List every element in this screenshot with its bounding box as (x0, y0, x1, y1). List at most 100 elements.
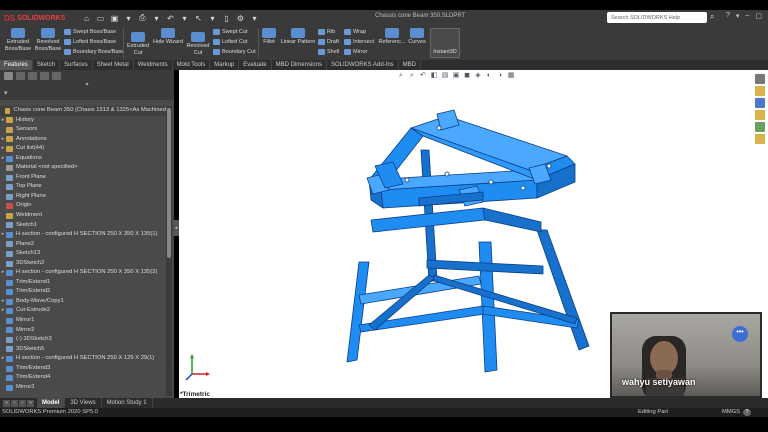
first-tab-icon[interactable]: « (3, 399, 10, 407)
feature-tree-tab-icon[interactable] (4, 71, 13, 80)
tab-sheet-metal[interactable]: Sheet Metal (93, 60, 134, 70)
tree-item[interactable]: Mirror2 (0, 326, 166, 336)
mid-brace-right[interactable] (482, 207, 542, 233)
tree-item[interactable]: Origin (0, 201, 166, 211)
next-tab-icon[interactable]: › (19, 399, 26, 407)
model-tab-motion-study-1[interactable]: Motion Study 1 (102, 398, 153, 408)
last-tab-icon[interactable]: » (27, 399, 34, 407)
tab-evaluate[interactable]: Evaluate (239, 60, 272, 70)
scrollbar-thumb[interactable] (167, 108, 171, 258)
reference-geometry-button[interactable]: Referenc... (378, 28, 406, 46)
lofted-cut-button[interactable]: Lofted Cut (213, 39, 247, 45)
boundary-boss-button[interactable]: Boundary Boss/Base (64, 49, 124, 55)
tree-item[interactable]: ▸ H section - configured H SECTION 250 X … (0, 268, 166, 278)
more-options-button[interactable]: ••• (732, 326, 748, 342)
quick-access-icon[interactable]: ▾ (208, 14, 217, 23)
tree-item[interactable]: Trim/Extend4 (0, 373, 166, 383)
configuration-manager-tab-icon[interactable] (28, 71, 37, 80)
help-dropdown-icon[interactable]: ▾ (736, 12, 740, 20)
tree-item[interactable]: Trim/Extend1 (0, 278, 166, 288)
linear-pattern-button[interactable]: Linear Pattern (279, 28, 317, 46)
tree-item[interactable]: ▸ Equations (0, 154, 166, 164)
tab-surfaces[interactable]: Surfaces (60, 60, 93, 70)
instant3d-button[interactable]: Instant3D (430, 28, 460, 58)
quick-access-icon[interactable]: ▾ (124, 14, 133, 23)
quick-access-icon[interactable]: ▾ (180, 14, 189, 23)
tree-item[interactable]: ▸ History (0, 116, 166, 126)
quick-access-icon[interactable]: ▯ (222, 14, 231, 23)
tree-item[interactable]: Sketch1 (0, 221, 166, 231)
wrap-button[interactable]: Wrap (344, 29, 366, 35)
right-leg[interactable] (536, 229, 590, 351)
tree-item[interactable]: 3DSketch2 (0, 259, 166, 269)
quick-access-icon[interactable]: ⌂ (82, 14, 91, 23)
quick-access-icon[interactable]: ⎙ (138, 13, 147, 23)
minimize-icon[interactable]: – (745, 12, 749, 20)
tree-item[interactable]: ▸ H section - configured H SECTION 250 X … (0, 354, 166, 364)
front-left-leg[interactable] (346, 261, 370, 363)
revolved-cut-button[interactable]: Revolved Cut (185, 32, 211, 56)
help-icon[interactable]: ? (743, 409, 751, 416)
swept-boss-button[interactable]: Swept Boss/Base (64, 29, 116, 35)
quick-access-icon[interactable]: ▭ (96, 14, 105, 23)
display-manager-tab-icon[interactable] (52, 71, 61, 80)
property-manager-tab-icon[interactable] (16, 71, 25, 80)
quick-access-icon[interactable]: ▾ (250, 14, 259, 23)
tree-item[interactable]: Mirror1 (0, 316, 166, 326)
quick-access-icon[interactable]: ⚙ (236, 14, 245, 23)
filter-icon[interactable]: ▾ (0, 89, 174, 100)
tree-root-part[interactable]: Chasis cone Beam 350 (Chasis 1313 & 1325… (0, 106, 166, 116)
tree-item[interactable]: Mirror3 (0, 383, 166, 393)
extruded-boss-button[interactable]: Extruded Boss/Base (3, 28, 33, 52)
lofted-boss-button[interactable]: Lofted Boss/Base (64, 39, 116, 45)
tab-mold-tools[interactable]: Mold Tools (173, 60, 211, 70)
tab-solidworks-add-ins[interactable]: SOLIDWORKS Add-Ins (327, 60, 399, 70)
tree-item[interactable]: ▸ H section - configured H SECTION 250 X … (0, 230, 166, 240)
tree-item[interactable]: Front Plane (0, 173, 166, 183)
shell-button[interactable]: Shell (318, 49, 339, 55)
tree-item[interactable]: Trim/Extend2 (0, 287, 166, 297)
tree-item[interactable]: Sensors (0, 125, 166, 135)
search-icon[interactable]: ⌕ (710, 12, 720, 23)
tree-item[interactable]: Sketch13 (0, 249, 166, 259)
fillet-button[interactable]: Fillet (260, 28, 278, 46)
tree-item[interactable]: ▸ Cut-Extrude2 (0, 306, 166, 316)
tree-item[interactable]: Plane2 (0, 240, 166, 250)
tree-item[interactable]: ▸ Cut list(44) (0, 144, 166, 154)
tree-item[interactable]: Trim/Extend3 (0, 364, 166, 374)
quick-access-icon[interactable]: ▾ (152, 14, 161, 23)
quick-access-icon[interactable]: ↖ (194, 14, 203, 23)
mirror-button[interactable]: Mirror (344, 49, 367, 55)
panel-expand-arrow[interactable]: ▴ (0, 81, 174, 89)
tree-item[interactable]: Material <not specified> (0, 163, 166, 173)
tree-item[interactable]: ▸ Body-Move/Copy1 (0, 297, 166, 307)
quick-access-icon[interactable]: ↶ (166, 14, 175, 23)
tab-weldments[interactable]: Weldments (134, 60, 173, 70)
tree-item[interactable]: Top Plane (0, 182, 166, 192)
swept-cut-button[interactable]: Swept Cut (213, 29, 247, 35)
maximize-icon[interactable]: ▢ (755, 12, 762, 20)
rib-button[interactable]: Rib (318, 29, 335, 35)
model-tab-model[interactable]: Model (37, 398, 66, 408)
tree-item[interactable]: 3DSketch5 (0, 345, 166, 355)
intersect-button[interactable]: Intersect (344, 39, 374, 45)
model-tab-3d-views[interactable]: 3D Views (65, 398, 102, 408)
search-input[interactable]: Search SOLIDWORKS Help (607, 12, 707, 23)
revolved-boss-button[interactable]: Revolved Boss/Base (33, 28, 63, 52)
tree-item[interactable]: ▸ Annotations (0, 135, 166, 145)
dimxpert-tab-icon[interactable] (40, 71, 49, 80)
help-icon[interactable]: ? (726, 12, 730, 20)
boundary-cut-button[interactable]: Boundary Cut (213, 49, 256, 55)
tree-item[interactable]: (-) 3DSketch3 (0, 335, 166, 345)
solidworks-logo[interactable]: DS SOLIDWORKS (4, 11, 65, 25)
graphics-area[interactable]: ⌕ ⌕ ↶ ◧ ▤ ▣ ◼ ◈ ◐ ◑ ▦ *Trimetric wahyu s… (179, 70, 768, 398)
tab-features[interactable]: Features (0, 60, 33, 70)
tab-sketch[interactable]: Sketch (33, 60, 61, 70)
quick-access-icon[interactable]: ▣ (110, 14, 119, 23)
tab-mbd-dimensions[interactable]: MBD Dimensions (272, 60, 327, 70)
draft-button[interactable]: Draft (318, 39, 339, 45)
hole-wizard-button[interactable]: Hole Wizard (152, 28, 184, 46)
tree-item[interactable]: Right Plane (0, 192, 166, 202)
curves-button[interactable]: Curves (406, 28, 428, 46)
tree-scrollbar[interactable] (166, 106, 172, 396)
